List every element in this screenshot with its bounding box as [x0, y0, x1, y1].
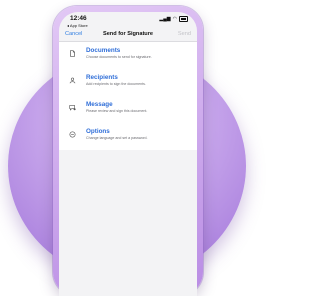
options-list: Documents Choose documents to send for s…: [59, 42, 197, 150]
send-button[interactable]: Send: [178, 31, 191, 37]
page-title: Send for Signature: [102, 31, 154, 37]
battery-icon: [179, 16, 188, 22]
list-item-recipients[interactable]: Recipients Add recipients to sign the do…: [59, 69, 197, 96]
options-icon: [69, 131, 76, 138]
wifi-icon: ◠: [172, 16, 177, 22]
list-item-subtitle: Add recipients to sign the documents.: [86, 82, 146, 86]
list-item-options[interactable]: Options Change language and set a passwo…: [59, 123, 197, 150]
document-icon: [70, 50, 75, 57]
phone-screen: 12:46 ◂ App Store ▂▄▆ ◠ Cancel Send for …: [59, 12, 197, 296]
back-to-app-link[interactable]: ◂ App Store: [67, 23, 88, 28]
status-bar: 12:46 ◂ App Store ▂▄▆ ◠: [59, 12, 197, 29]
list-item-title: Message: [86, 101, 113, 108]
navigation-bar: Cancel Send for Signature Send: [59, 29, 197, 42]
list-item-documents[interactable]: Documents Choose documents to send for s…: [59, 42, 197, 69]
status-time: 12:46: [70, 15, 87, 22]
status-icons: ▂▄▆ ◠: [159, 16, 188, 22]
signal-icon: ▂▄▆: [159, 16, 171, 22]
list-item-subtitle: Change language and set a password.: [86, 136, 148, 140]
list-item-title: Documents: [86, 47, 121, 54]
list-item-subtitle: Please review and sign this document.: [86, 109, 148, 113]
list-item-message[interactable]: Message Please review and sign this docu…: [59, 96, 197, 123]
list-item-title: Options: [86, 128, 110, 135]
phone-frame: 12:46 ◂ App Store ▂▄▆ ◠ Cancel Send for …: [53, 6, 203, 296]
message-icon: [69, 105, 76, 111]
list-item-title: Recipients: [86, 74, 118, 81]
person-icon: [69, 77, 76, 84]
list-item-subtitle: Choose documents to send for signature.: [86, 55, 152, 59]
